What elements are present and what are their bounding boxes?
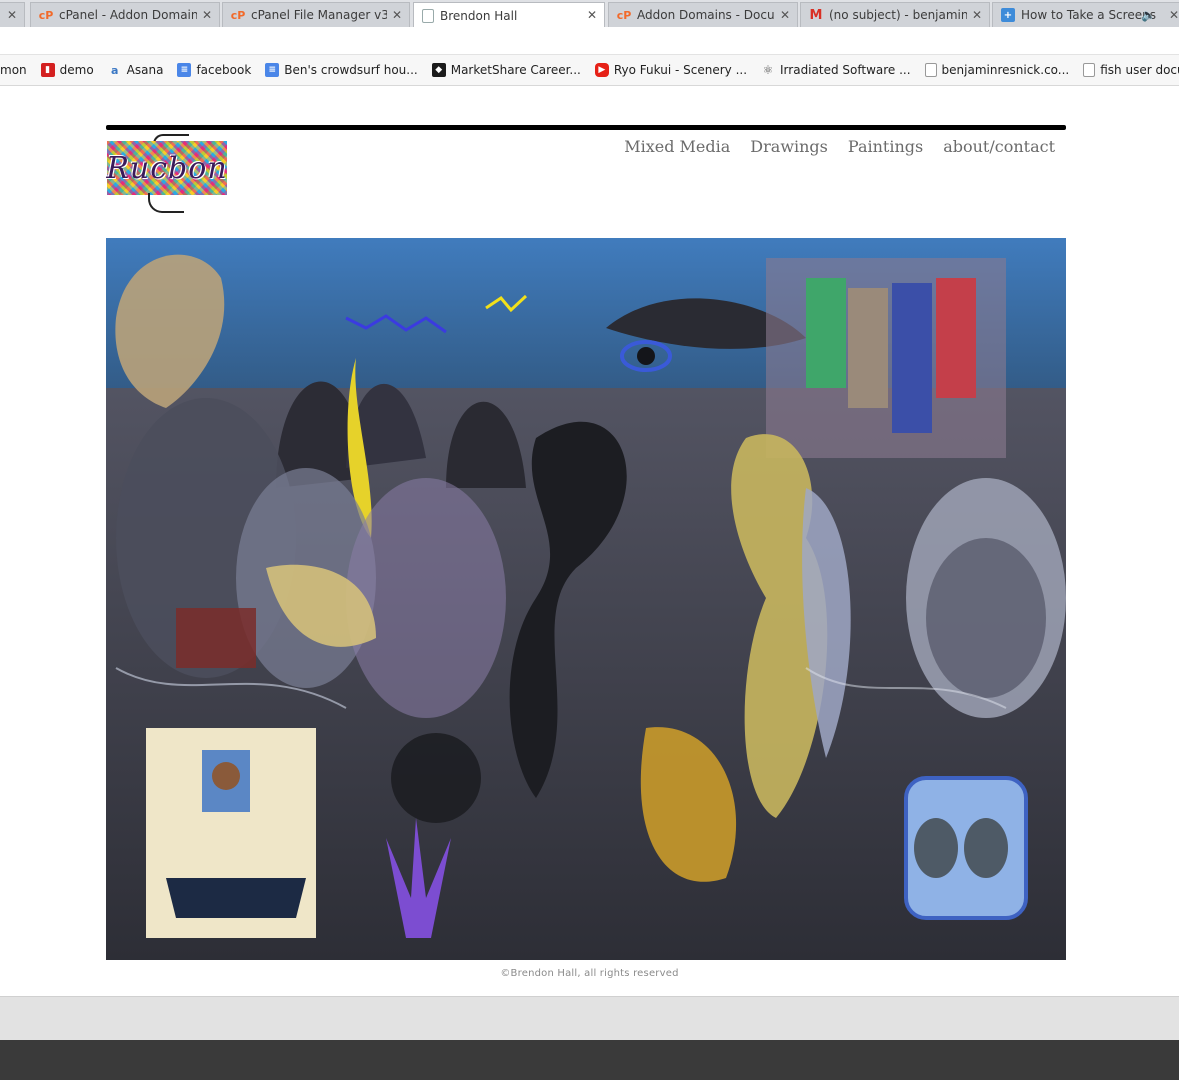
- bookmark-label: MarketShare Career...: [450, 63, 581, 77]
- browser-toolbar: [0, 27, 1179, 55]
- bookmark-label: benjaminresnick.co...: [941, 63, 1070, 77]
- bookmark-ryo-fukui[interactable]: ▶ Ryo Fukui - Scenery ...: [594, 63, 748, 77]
- page-icon: [422, 8, 434, 23]
- tab-gmail[interactable]: M (no subject) - benjamin_re ✕: [800, 2, 990, 27]
- bookmark-label: mon: [0, 63, 27, 77]
- bookmark-facebook[interactable]: ≡ facebook: [177, 63, 251, 77]
- logo-text: Rucbon: [106, 150, 228, 186]
- bookmark-mon[interactable]: mon: [0, 63, 27, 77]
- bookmark-asana[interactable]: a Asana: [108, 63, 164, 77]
- site-nav: Mixed Media Drawings Paintings about/con…: [624, 137, 1055, 156]
- tab-addon-domains-docs[interactable]: cP Addon Domains - Docume ✕: [608, 2, 798, 27]
- nav-paintings[interactable]: Paintings: [848, 137, 923, 156]
- page-icon: [1083, 63, 1096, 77]
- tab-brendon-hall[interactable]: Brendon Hall ✕: [413, 2, 605, 27]
- bookmark-label: facebook: [196, 63, 252, 77]
- bookmark-marketshare[interactable]: ◆ MarketShare Career...: [431, 63, 581, 77]
- close-icon[interactable]: ✕: [7, 8, 17, 22]
- nav-mixed-media[interactable]: Mixed Media: [624, 137, 730, 156]
- google-doc-icon: ≡: [177, 63, 192, 77]
- tab-cpanel-file-manager[interactable]: cP cPanel File Manager v3 ✕: [222, 2, 410, 27]
- close-icon[interactable]: ✕: [392, 8, 402, 22]
- close-icon[interactable]: ✕: [780, 8, 790, 22]
- bookmark-crowdsurf[interactable]: ≡ Ben's crowdsurf hou...: [265, 63, 418, 77]
- red-square-icon: ▮: [40, 63, 55, 77]
- tab-title: Brendon Hall: [440, 8, 518, 23]
- tab-title: How to Take a Screens: [1021, 8, 1156, 22]
- bookmark-label: demo: [59, 63, 94, 77]
- tab-screenshot-howto[interactable]: + How to Take a Screens 🔈 ✕: [992, 2, 1179, 27]
- footer-light-band: [0, 996, 1179, 1041]
- close-icon[interactable]: ✕: [1169, 8, 1179, 22]
- bookmark-label: Ben's crowdsurf hou...: [284, 63, 418, 77]
- bookmark-label: fish user documenta...: [1100, 63, 1179, 77]
- cpanel-icon: cP: [230, 8, 246, 22]
- footer-dark-band: [0, 1040, 1179, 1080]
- painting-image: [106, 238, 1066, 960]
- site-logo[interactable]: Rucbon: [106, 141, 228, 195]
- tab-title: (no subject) - benjamin_re: [829, 8, 967, 22]
- bookmark-irradiated[interactable]: ⚛ Irradiated Software ...: [761, 63, 911, 77]
- cpanel-icon: cP: [38, 8, 54, 22]
- tab-cpanel-addon-domains[interactable]: cP cPanel - Addon Domains ✕: [30, 2, 220, 27]
- nav-about-contact[interactable]: about/contact: [943, 137, 1055, 156]
- youtube-icon: ▶: [594, 63, 609, 77]
- nav-drawings[interactable]: Drawings: [750, 137, 828, 156]
- bookmark-label: Asana: [126, 63, 164, 77]
- google-doc-icon: ≡: [265, 63, 280, 77]
- featured-painting: [106, 238, 1066, 960]
- logo-swash: [148, 193, 184, 213]
- tab-title: Addon Domains - Docume: [637, 8, 775, 22]
- bookmark-label: Irradiated Software ...: [780, 63, 911, 77]
- bookmark-demo[interactable]: ▮ demo: [40, 63, 94, 77]
- header-rule: [106, 125, 1066, 130]
- tab-title: cPanel - Addon Domains: [59, 8, 197, 22]
- dark-square-icon: ◆: [431, 63, 446, 77]
- speaker-icon[interactable]: 🔈: [1141, 8, 1156, 22]
- gmail-icon: M: [809, 7, 823, 23]
- blue-plus-icon: +: [1001, 8, 1015, 22]
- bookmark-fish-docs[interactable]: fish user documenta...: [1083, 63, 1179, 77]
- copyright-text: ©Brendon Hall, all rights reserved: [500, 968, 679, 979]
- bookmarks-bar: mon ▮ demo a Asana ≡ facebook ≡ Ben's cr…: [0, 55, 1179, 86]
- close-icon[interactable]: ✕: [972, 8, 982, 22]
- tab-partial[interactable]: ✕: [0, 2, 25, 27]
- asana-icon: a: [110, 63, 119, 77]
- cpanel-icon: cP: [616, 8, 632, 22]
- browser-tab-strip: ✕ cP cPanel - Addon Domains ✕ cP cPanel …: [0, 0, 1179, 27]
- bookmark-benjaminresnick[interactable]: benjaminresnick.co...: [924, 63, 1070, 77]
- tab-title: cPanel File Manager v3: [251, 8, 387, 22]
- atom-icon: ⚛: [762, 63, 774, 77]
- close-icon[interactable]: ✕: [202, 8, 212, 22]
- page-icon: [924, 63, 937, 77]
- close-icon[interactable]: ✕: [587, 8, 597, 22]
- bookmark-label: Ryo Fukui - Scenery ...: [613, 63, 748, 77]
